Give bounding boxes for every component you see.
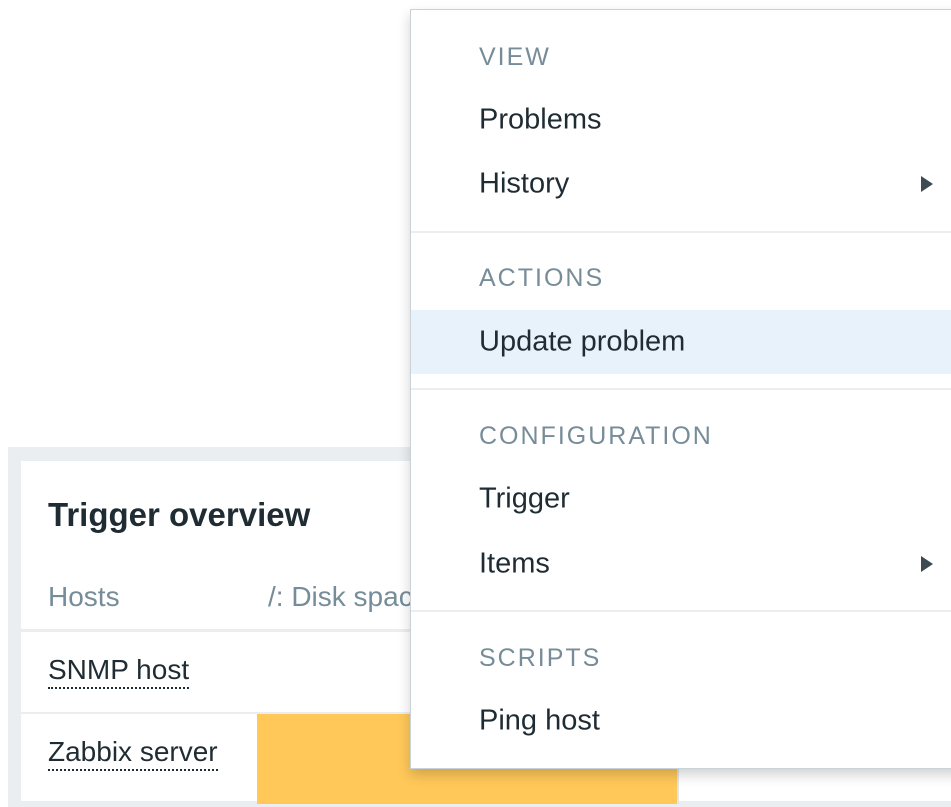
menu-item-items[interactable]: Items xyxy=(411,532,951,596)
menu-item-ping-host[interactable]: Ping host xyxy=(411,689,951,753)
section-title-configuration: CONFIGURATION xyxy=(479,422,713,450)
chevron-right-icon xyxy=(921,556,933,572)
section-title-scripts: SCRIPTS xyxy=(479,644,602,672)
menu-item-trigger[interactable]: Trigger xyxy=(411,467,951,531)
menu-divider xyxy=(411,610,951,612)
host-link-zabbix-server[interactable]: Zabbix server xyxy=(48,735,218,771)
context-menu: VIEW Problems History ACTIONS Update pro… xyxy=(410,9,951,769)
menu-item-problems[interactable]: Problems xyxy=(411,88,951,152)
menu-item-label: Update problem xyxy=(479,325,686,358)
section-title-view: VIEW xyxy=(479,43,551,71)
menu-item-label: Ping host xyxy=(479,704,600,737)
menu-divider xyxy=(411,388,951,390)
chevron-right-icon xyxy=(921,176,933,192)
column-header-hosts: Hosts xyxy=(48,581,120,612)
menu-item-label: Items xyxy=(479,547,550,580)
widget-title: Trigger overview xyxy=(48,496,311,533)
menu-item-update-problem[interactable]: Update problem xyxy=(411,310,951,374)
menu-item-label: Problems xyxy=(479,103,602,136)
menu-divider xyxy=(411,231,951,233)
host-link-snmp-host[interactable]: SNMP host xyxy=(48,653,190,689)
menu-item-history[interactable]: History xyxy=(411,152,951,216)
menu-item-label: History xyxy=(479,167,570,200)
menu-item-label: Trigger xyxy=(479,482,570,515)
section-title-actions: ACTIONS xyxy=(479,264,605,292)
